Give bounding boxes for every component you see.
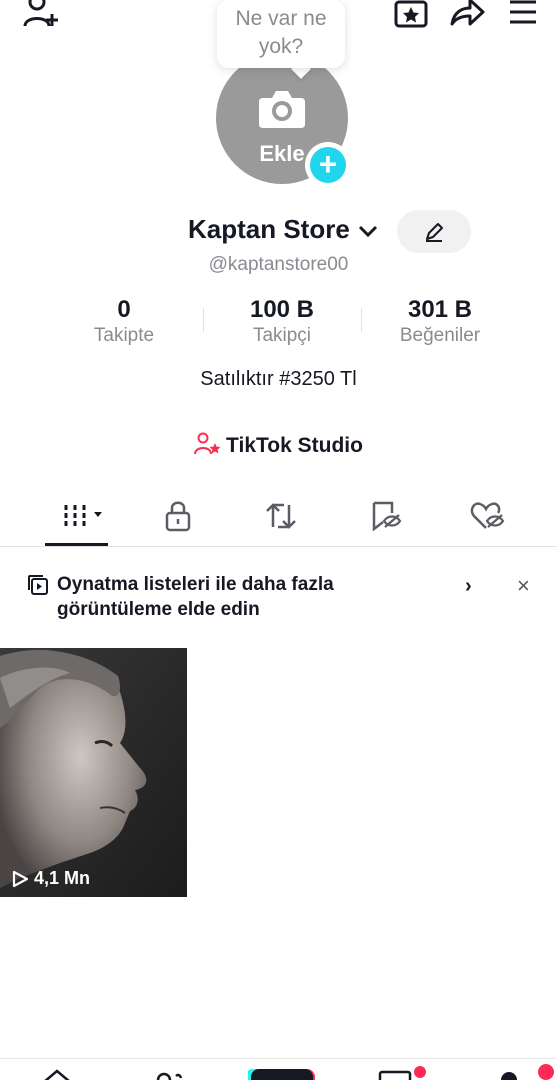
bubble-line-2: yok? xyxy=(258,35,304,58)
stat-value: 0 xyxy=(117,296,131,323)
create-button-icon[interactable] xyxy=(248,1068,318,1080)
camera-icon xyxy=(259,91,305,128)
share-icon[interactable] xyxy=(448,0,486,30)
bottom-nav-divider xyxy=(0,1058,557,1059)
saved-tab[interactable] xyxy=(356,496,416,536)
home-icon[interactable] xyxy=(40,1066,74,1080)
banner-close-icon[interactable]: × xyxy=(517,573,530,599)
private-tab[interactable] xyxy=(148,496,208,536)
lock-icon xyxy=(165,501,191,532)
profile-bio: Satılıktır #3250 Tl xyxy=(200,368,357,390)
stat-label: Beğeniler xyxy=(399,325,481,346)
banner-chevron-right-icon[interactable]: › xyxy=(465,575,472,598)
stat-divider xyxy=(361,308,362,332)
stat-label: Takipçi xyxy=(252,325,312,346)
playlist-banner-text[interactable]: Oynatma listeleri ile daha fazla görüntü… xyxy=(57,572,437,622)
friends-icon[interactable] xyxy=(148,1066,188,1080)
profile-icon[interactable] xyxy=(496,1064,557,1080)
repost-icon xyxy=(266,503,296,529)
stat-value: 100 B xyxy=(249,296,315,323)
reposts-tab[interactable] xyxy=(251,496,311,536)
tiktok-studio-button[interactable]: TikTok Studio xyxy=(0,432,557,458)
heart-hidden-icon xyxy=(470,502,505,529)
menu-icon[interactable] xyxy=(507,0,539,30)
profile-tabs xyxy=(0,496,557,546)
liked-tab[interactable] xyxy=(458,496,518,536)
stat-value: 301 B xyxy=(407,296,473,323)
video-views-count: 4,1 Mn xyxy=(34,868,91,888)
add-avatar-button[interactable]: + xyxy=(305,142,351,188)
banner-line-1: Oynatma listeleri ile daha fazla xyxy=(57,574,334,595)
bookmark-hidden-icon xyxy=(372,501,402,532)
favorites-icon[interactable] xyxy=(393,0,429,30)
studio-label: TikTok Studio xyxy=(226,434,363,457)
video-preview-image xyxy=(0,648,187,897)
stat-following[interactable]: 0 Takipte xyxy=(49,295,199,347)
stat-label: Takipte xyxy=(93,325,155,346)
add-friend-icon[interactable] xyxy=(22,0,62,30)
status-bubble[interactable]: Ne var ne yok? xyxy=(217,0,345,68)
playlist-icon xyxy=(28,575,48,595)
play-icon xyxy=(12,870,29,887)
studio-icon xyxy=(194,432,221,455)
stat-divider xyxy=(203,308,204,332)
bubble-line-1: Ne var ne xyxy=(235,7,327,30)
videos-tab[interactable] xyxy=(50,496,110,536)
profile-name[interactable]: Kaptan Store xyxy=(188,214,350,245)
banner-line-2: görüntüleme elde edin xyxy=(57,599,260,620)
tabs-divider xyxy=(0,546,557,547)
stat-followers[interactable]: 100 B Takipçi xyxy=(207,295,357,347)
profile-handle: @kaptanstore00 xyxy=(208,254,349,275)
pencil-icon xyxy=(426,222,443,242)
grid-icon xyxy=(64,505,102,527)
inbox-icon[interactable] xyxy=(378,1064,428,1080)
chevron-down-icon[interactable] xyxy=(357,223,379,239)
edit-profile-button[interactable] xyxy=(397,210,471,253)
stat-likes[interactable]: 301 B Beğeniler xyxy=(365,295,515,347)
plus-icon: + xyxy=(310,147,346,183)
video-thumbnail[interactable]: 4,1 Mn xyxy=(0,648,187,897)
video-views: 4,1 Mn xyxy=(10,868,90,889)
